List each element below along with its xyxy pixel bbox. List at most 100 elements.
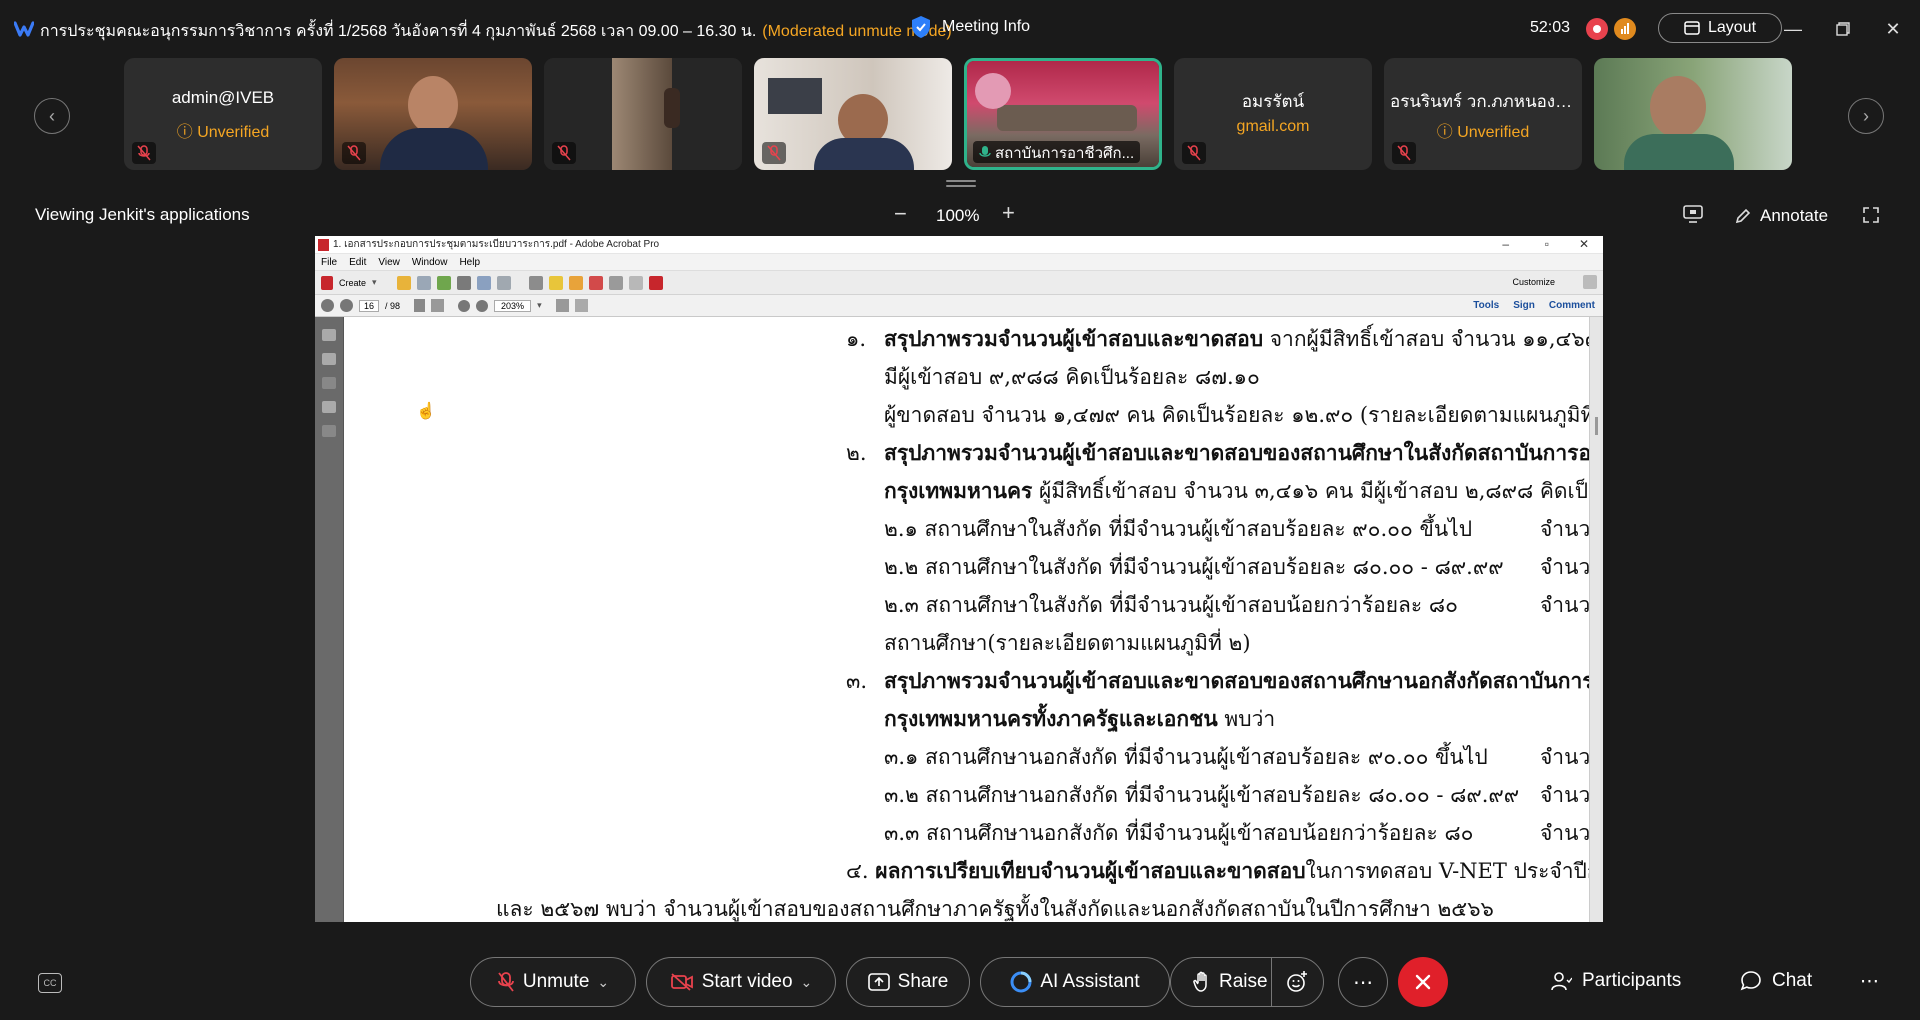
next-page-icon[interactable] <box>340 299 353 312</box>
acrobat-restore-icon[interactable]: ▫ <box>1545 237 1549 251</box>
doc-text: จากผู้มีสิทธิ์เข้าสอบ จำนวน ๑๑,๔๖๗ คน <box>1263 327 1603 351</box>
menu-edit[interactable]: Edit <box>349 257 366 268</box>
unmute-button[interactable]: Unmute ⌄ <box>470 957 636 1007</box>
fullscreen-icon[interactable] <box>1862 206 1880 224</box>
hand-tool-icon[interactable] <box>431 299 445 312</box>
highlight-icon[interactable] <box>568 275 583 290</box>
menu-file[interactable]: File <box>321 257 337 268</box>
save-icon[interactable] <box>416 275 431 290</box>
video-feed-scene <box>612 58 672 170</box>
zoom-in-icon[interactable] <box>476 299 489 312</box>
participants-button[interactable]: Participants <box>1550 970 1681 992</box>
restore-icon[interactable] <box>1830 16 1856 42</box>
open-icon[interactable] <box>396 275 411 290</box>
settings-icon[interactable] <box>528 275 543 290</box>
print-icon[interactable] <box>456 275 471 290</box>
close-window-icon[interactable]: ✕ <box>1880 16 1906 42</box>
captions-icon[interactable]: CC <box>38 973 62 993</box>
page-number-input[interactable]: 16 <box>359 299 380 312</box>
create-icon <box>321 275 333 290</box>
toolbar-more-button[interactable]: ⋯ <box>1860 970 1879 993</box>
cloud-icon[interactable] <box>436 275 451 290</box>
menu-help[interactable]: Help <box>459 257 480 268</box>
compare-icon[interactable] <box>608 275 623 290</box>
participant-video-tile[interactable] <box>1594 58 1792 170</box>
prev-page-icon[interactable] <box>321 299 334 312</box>
share-button[interactable]: Share <box>846 957 970 1007</box>
remote-control-icon[interactable] <box>1682 204 1704 224</box>
annotate-button[interactable]: Annotate <box>1734 206 1828 226</box>
start-video-button[interactable]: Start video ⌄ <box>646 957 836 1007</box>
pdf-export-icon[interactable] <box>648 275 663 290</box>
customize-button[interactable]: Customize <box>1512 277 1555 287</box>
doc-line: สถานศึกษา(รายละเอียดตามแผนภูมิที่ ๒) <box>884 631 1251 655</box>
end-call-button[interactable] <box>1398 957 1448 1007</box>
emoji-icon <box>1286 971 1307 992</box>
reactions-button[interactable] <box>1271 957 1321 1007</box>
minimize-icon[interactable]: — <box>1780 16 1806 42</box>
more-options-button[interactable]: ⋯ <box>1338 957 1388 1007</box>
meeting-info-button[interactable]: Meeting Info <box>910 15 1030 39</box>
pdf-page[interactable]: ๑. สรุปภาพรวมจำนวนผู้เข้าสอบและขาดสอบ จา… <box>344 317 1603 922</box>
video-feed-table <box>997 105 1137 131</box>
chat-button[interactable]: Chat <box>1740 970 1812 992</box>
ai-assistant-button[interactable]: AI Assistant <box>980 957 1170 1007</box>
zoom-out-button[interactable]: − <box>894 201 907 227</box>
meeting-title: การประชุมคณะอนุกรรมการวิชาการ ครั้งที่ 1… <box>40 19 952 44</box>
chevron-down-icon: ▾ <box>372 277 377 287</box>
participant-tile[interactable]: อมรรัตน์ gmail.com <box>1174 58 1372 170</box>
expand-icon[interactable] <box>1583 275 1597 289</box>
share-toolbar: Viewing Jenkit's applications − 100% + A… <box>0 196 1920 236</box>
app-logo-icon <box>14 21 34 37</box>
menu-window[interactable]: Window <box>412 257 448 268</box>
share-screen-icon <box>867 973 890 991</box>
create-button[interactable]: Create <box>339 278 366 288</box>
participant-name: admin@IVEB <box>171 88 275 107</box>
layers-icon[interactable] <box>322 401 336 413</box>
doc-line: สรุปภาพรวมจำนวนผู้เข้าสอบและขาดสอบ จากผู… <box>884 323 1603 356</box>
bookmarks-icon[interactable] <box>322 353 336 365</box>
participant-tile[interactable]: admin@IVEB ⓘ Unverified <box>124 58 322 170</box>
acrobat-menu-bar: File Edit View Window Help <box>315 254 1603 271</box>
doc-text: ผู้มีสิทธิ์เข้าสอบ จำนวน ๓,๔๑๖ คน มีผู้เ… <box>1038 479 1603 503</box>
participant-tile[interactable]: อรนรินทร์ วก.ภภหนองจ... ⓘ Unverified <box>1384 58 1582 170</box>
comment-icon[interactable] <box>548 275 563 290</box>
pages-icon[interactable] <box>322 329 336 341</box>
select-tool-icon[interactable] <box>414 299 426 312</box>
strip-prev-button[interactable]: ‹ <box>34 98 70 134</box>
chevron-down-icon[interactable]: ⌄ <box>801 974 813 991</box>
participant-video-tile-active[interactable]: สถาบันการอาชีวศึก... <box>964 58 1162 170</box>
acrobat-close-icon[interactable]: ✕ <box>1579 237 1589 251</box>
shared-screen[interactable]: 1. เอกสารประกอบการประชุมตามระเบียบวาระกา… <box>315 236 1603 922</box>
tools-link[interactable]: Tools <box>1473 300 1499 311</box>
menu-view[interactable]: View <box>378 257 400 268</box>
participant-video-tile[interactable] <box>544 58 742 170</box>
pdf-scrollbar[interactable] <box>1589 317 1603 922</box>
start-video-label: Start video <box>701 971 793 992</box>
strip-resize-handle[interactable] <box>946 180 976 188</box>
attachments-icon[interactable] <box>322 377 336 389</box>
acrobat-minimize-icon[interactable]: – <box>1502 237 1509 251</box>
strip-next-button[interactable]: › <box>1848 98 1884 134</box>
doc-line: ๒.๒ สถานศึกษาในสังกัด ที่มีจำนวนผู้เข้าส… <box>884 555 1504 579</box>
fit-page-icon[interactable] <box>555 299 569 312</box>
comment-link[interactable]: Comment <box>1549 300 1595 311</box>
fit-width-icon[interactable] <box>574 299 588 312</box>
signatures-icon[interactable] <box>322 425 336 437</box>
stamp-icon[interactable] <box>588 275 603 290</box>
edit-icon[interactable] <box>476 275 491 290</box>
recording-icon[interactable] <box>1586 18 1608 40</box>
chevron-down-icon[interactable]: ⌄ <box>597 974 609 991</box>
sign-link[interactable]: Sign <box>1513 300 1535 311</box>
signal-icon[interactable] <box>1614 18 1636 40</box>
layout-button[interactable]: Layout <box>1658 13 1782 43</box>
participant-video-tile[interactable] <box>754 58 952 170</box>
zoom-out-icon[interactable] <box>458 299 471 312</box>
participant-video-tile[interactable] <box>334 58 532 170</box>
email-icon[interactable] <box>496 275 511 290</box>
zoom-in-button[interactable]: + <box>1002 200 1015 226</box>
person-head <box>408 76 458 134</box>
scroll-thumb[interactable] <box>1595 417 1598 435</box>
attach-icon[interactable] <box>628 275 643 290</box>
zoom-input[interactable]: 203% <box>494 299 532 312</box>
